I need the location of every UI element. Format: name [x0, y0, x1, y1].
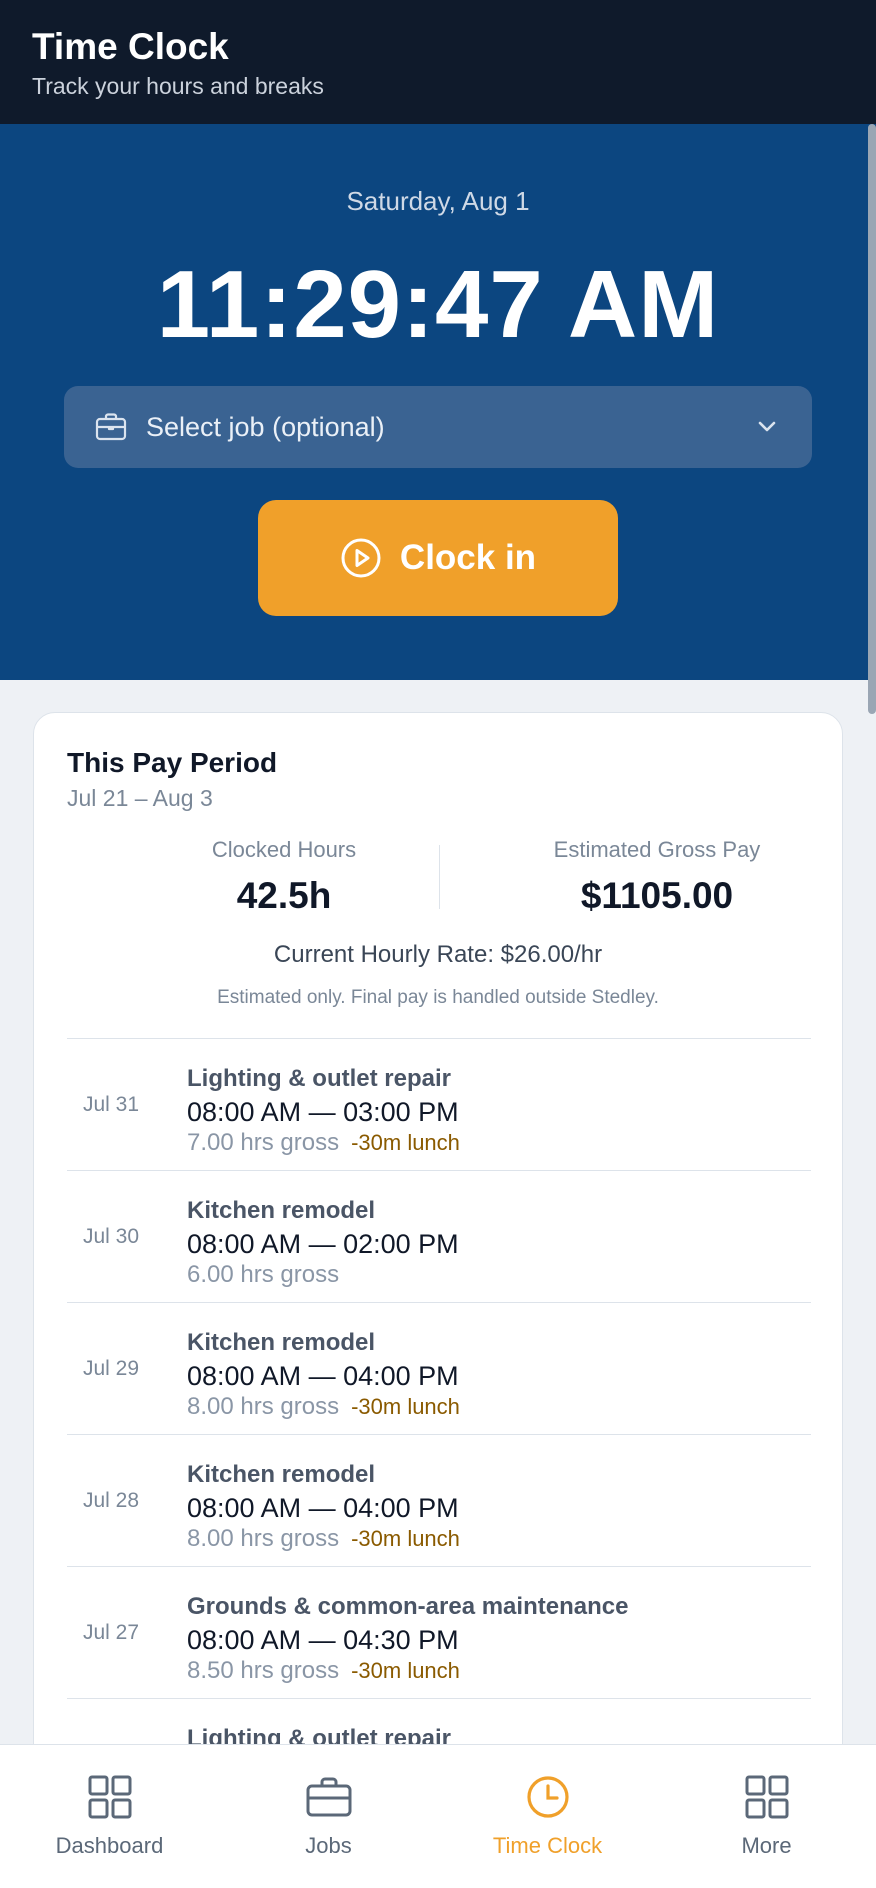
- entry-lunch: -30m lunch: [351, 1130, 460, 1155]
- nav-item-jobs[interactable]: Jobs: [219, 1745, 438, 1888]
- gross-pay-label: Estimated Gross Pay: [553, 837, 761, 862]
- entry-lunch: -30m lunch: [351, 1658, 460, 1683]
- nav-item-dashboard[interactable]: Dashboard: [0, 1745, 219, 1888]
- nav-label-jobs: Jobs: [305, 1833, 352, 1858]
- stat-divider: [439, 845, 440, 909]
- entry-meta: 8.50 hrs gross -30m lunch: [187, 1657, 460, 1685]
- time-entry[interactable]: Jul 30 Kitchen remodel 08:00 AM — 02:00 …: [67, 1170, 811, 1302]
- entry-gross: 8.00 hrs gross: [187, 1525, 340, 1552]
- pay-period-title: This Pay Period: [67, 747, 278, 778]
- time-entries-list: Jul 31 Lighting & outlet repair 08:00 AM…: [67, 1038, 811, 1811]
- clocked-hours-label: Clocked Hours: [211, 837, 357, 862]
- current-date: Saturday, Aug 1: [346, 186, 530, 216]
- pay-period-range: Jul 21 – Aug 3: [67, 785, 213, 811]
- clocked-hours-stat: Clocked Hours 42.5h: [119, 837, 449, 917]
- top-header: Time Clock Track your hours and breaks: [0, 0, 876, 124]
- job-select-dropdown[interactable]: Select job (optional): [64, 386, 812, 468]
- entry-job: Kitchen remodel: [187, 1329, 376, 1356]
- entry-gross: 7.00 hrs gross: [187, 1129, 340, 1156]
- entry-date: Jul 31: [83, 1093, 140, 1116]
- clock-icon: [524, 1773, 572, 1821]
- entry-meta: 8.00 hrs gross -30m lunch: [187, 1393, 460, 1421]
- entry-job: Kitchen remodel: [187, 1197, 376, 1224]
- nav-item-more[interactable]: More: [657, 1745, 876, 1888]
- grid-icon: [86, 1773, 134, 1821]
- time-entry[interactable]: Jul 28 Kitchen remodel 08:00 AM — 04:00 …: [67, 1434, 811, 1566]
- entry-meta: 6.00 hrs gross: [187, 1261, 351, 1289]
- scrollbar-thumb[interactable]: [868, 124, 876, 714]
- nav-label-time-clock: Time Clock: [492, 1833, 603, 1858]
- entry-date: Jul 27: [83, 1621, 140, 1644]
- entry-date: Jul 29: [83, 1357, 140, 1380]
- pay-period-card: This Pay Period Jul 21 – Aug 3 Clocked H…: [33, 712, 843, 1812]
- clock-in-label: Clock in: [399, 538, 537, 577]
- app-root: Time Clock Track your hours and breaks S…: [0, 0, 876, 1888]
- briefcase-icon: [305, 1773, 353, 1821]
- clock-panel: Saturday, Aug 1 11:29:47 AM Select job (…: [0, 124, 876, 680]
- entry-job: Lighting & outlet repair: [187, 1065, 451, 1092]
- entry-lunch: -30m lunch: [351, 1394, 460, 1419]
- entry-job: Grounds & common-area maintenance: [187, 1593, 629, 1620]
- entry-date: Jul 30: [83, 1225, 140, 1248]
- gross-pay-stat: Estimated Gross Pay $1105.00: [472, 837, 842, 917]
- nav-label-dashboard: Dashboard: [55, 1833, 164, 1858]
- clock-in-button[interactable]: Clock in: [258, 500, 618, 616]
- entry-time-range: 08:00 AM — 04:00 PM: [187, 1493, 459, 1523]
- time-entry[interactable]: Jul 29 Kitchen remodel 08:00 AM — 04:00 …: [67, 1302, 811, 1434]
- entry-date: Jul 28: [83, 1489, 140, 1512]
- entry-meta: 8.00 hrs gross -30m lunch: [187, 1525, 460, 1553]
- scrollbar[interactable]: [868, 124, 876, 1764]
- entry-time-range: 08:00 AM — 04:30 PM: [187, 1625, 459, 1655]
- page-subtitle: Track your hours and breaks: [32, 73, 324, 99]
- entry-time-range: 08:00 AM — 04:00 PM: [187, 1361, 459, 1391]
- entry-job: Kitchen remodel: [187, 1461, 376, 1488]
- hourly-rate: Current Hourly Rate: $26.00/hr: [273, 941, 603, 968]
- entry-lunch: -30m lunch: [351, 1526, 460, 1551]
- briefcase-icon: [94, 410, 128, 444]
- entry-meta: 7.00 hrs gross -30m lunch: [187, 1129, 460, 1157]
- clocked-hours-value: 42.5h: [236, 875, 332, 916]
- gross-pay-value: $1105.00: [580, 875, 734, 916]
- entry-gross: 8.50 hrs gross: [187, 1657, 340, 1684]
- current-time: 11:29:47 AM: [156, 251, 720, 358]
- chevron-down-icon: [752, 412, 782, 442]
- nav-item-time-clock[interactable]: Time Clock: [438, 1745, 657, 1888]
- page-title: Time Clock: [32, 26, 229, 67]
- entry-time-range: 08:00 AM — 03:00 PM: [187, 1097, 459, 1127]
- grid-icon: [743, 1773, 791, 1821]
- time-entry[interactable]: Jul 27 Grounds & common-area maintenance…: [67, 1566, 811, 1698]
- time-entry[interactable]: Jul 31 Lighting & outlet repair 08:00 AM…: [67, 1038, 811, 1170]
- entry-gross: 6.00 hrs gross: [187, 1261, 340, 1288]
- job-select-placeholder: Select job (optional): [146, 411, 385, 442]
- pay-disclaimer: Estimated only. Final pay is handled out…: [217, 987, 659, 1008]
- play-circle-icon: [340, 537, 382, 579]
- nav-label-more: More: [741, 1833, 792, 1858]
- bottom-nav: Dashboard Jobs Time Clock More: [0, 1744, 876, 1888]
- entry-time-range: 08:00 AM — 02:00 PM: [187, 1229, 459, 1259]
- entry-gross: 8.00 hrs gross: [187, 1393, 340, 1420]
